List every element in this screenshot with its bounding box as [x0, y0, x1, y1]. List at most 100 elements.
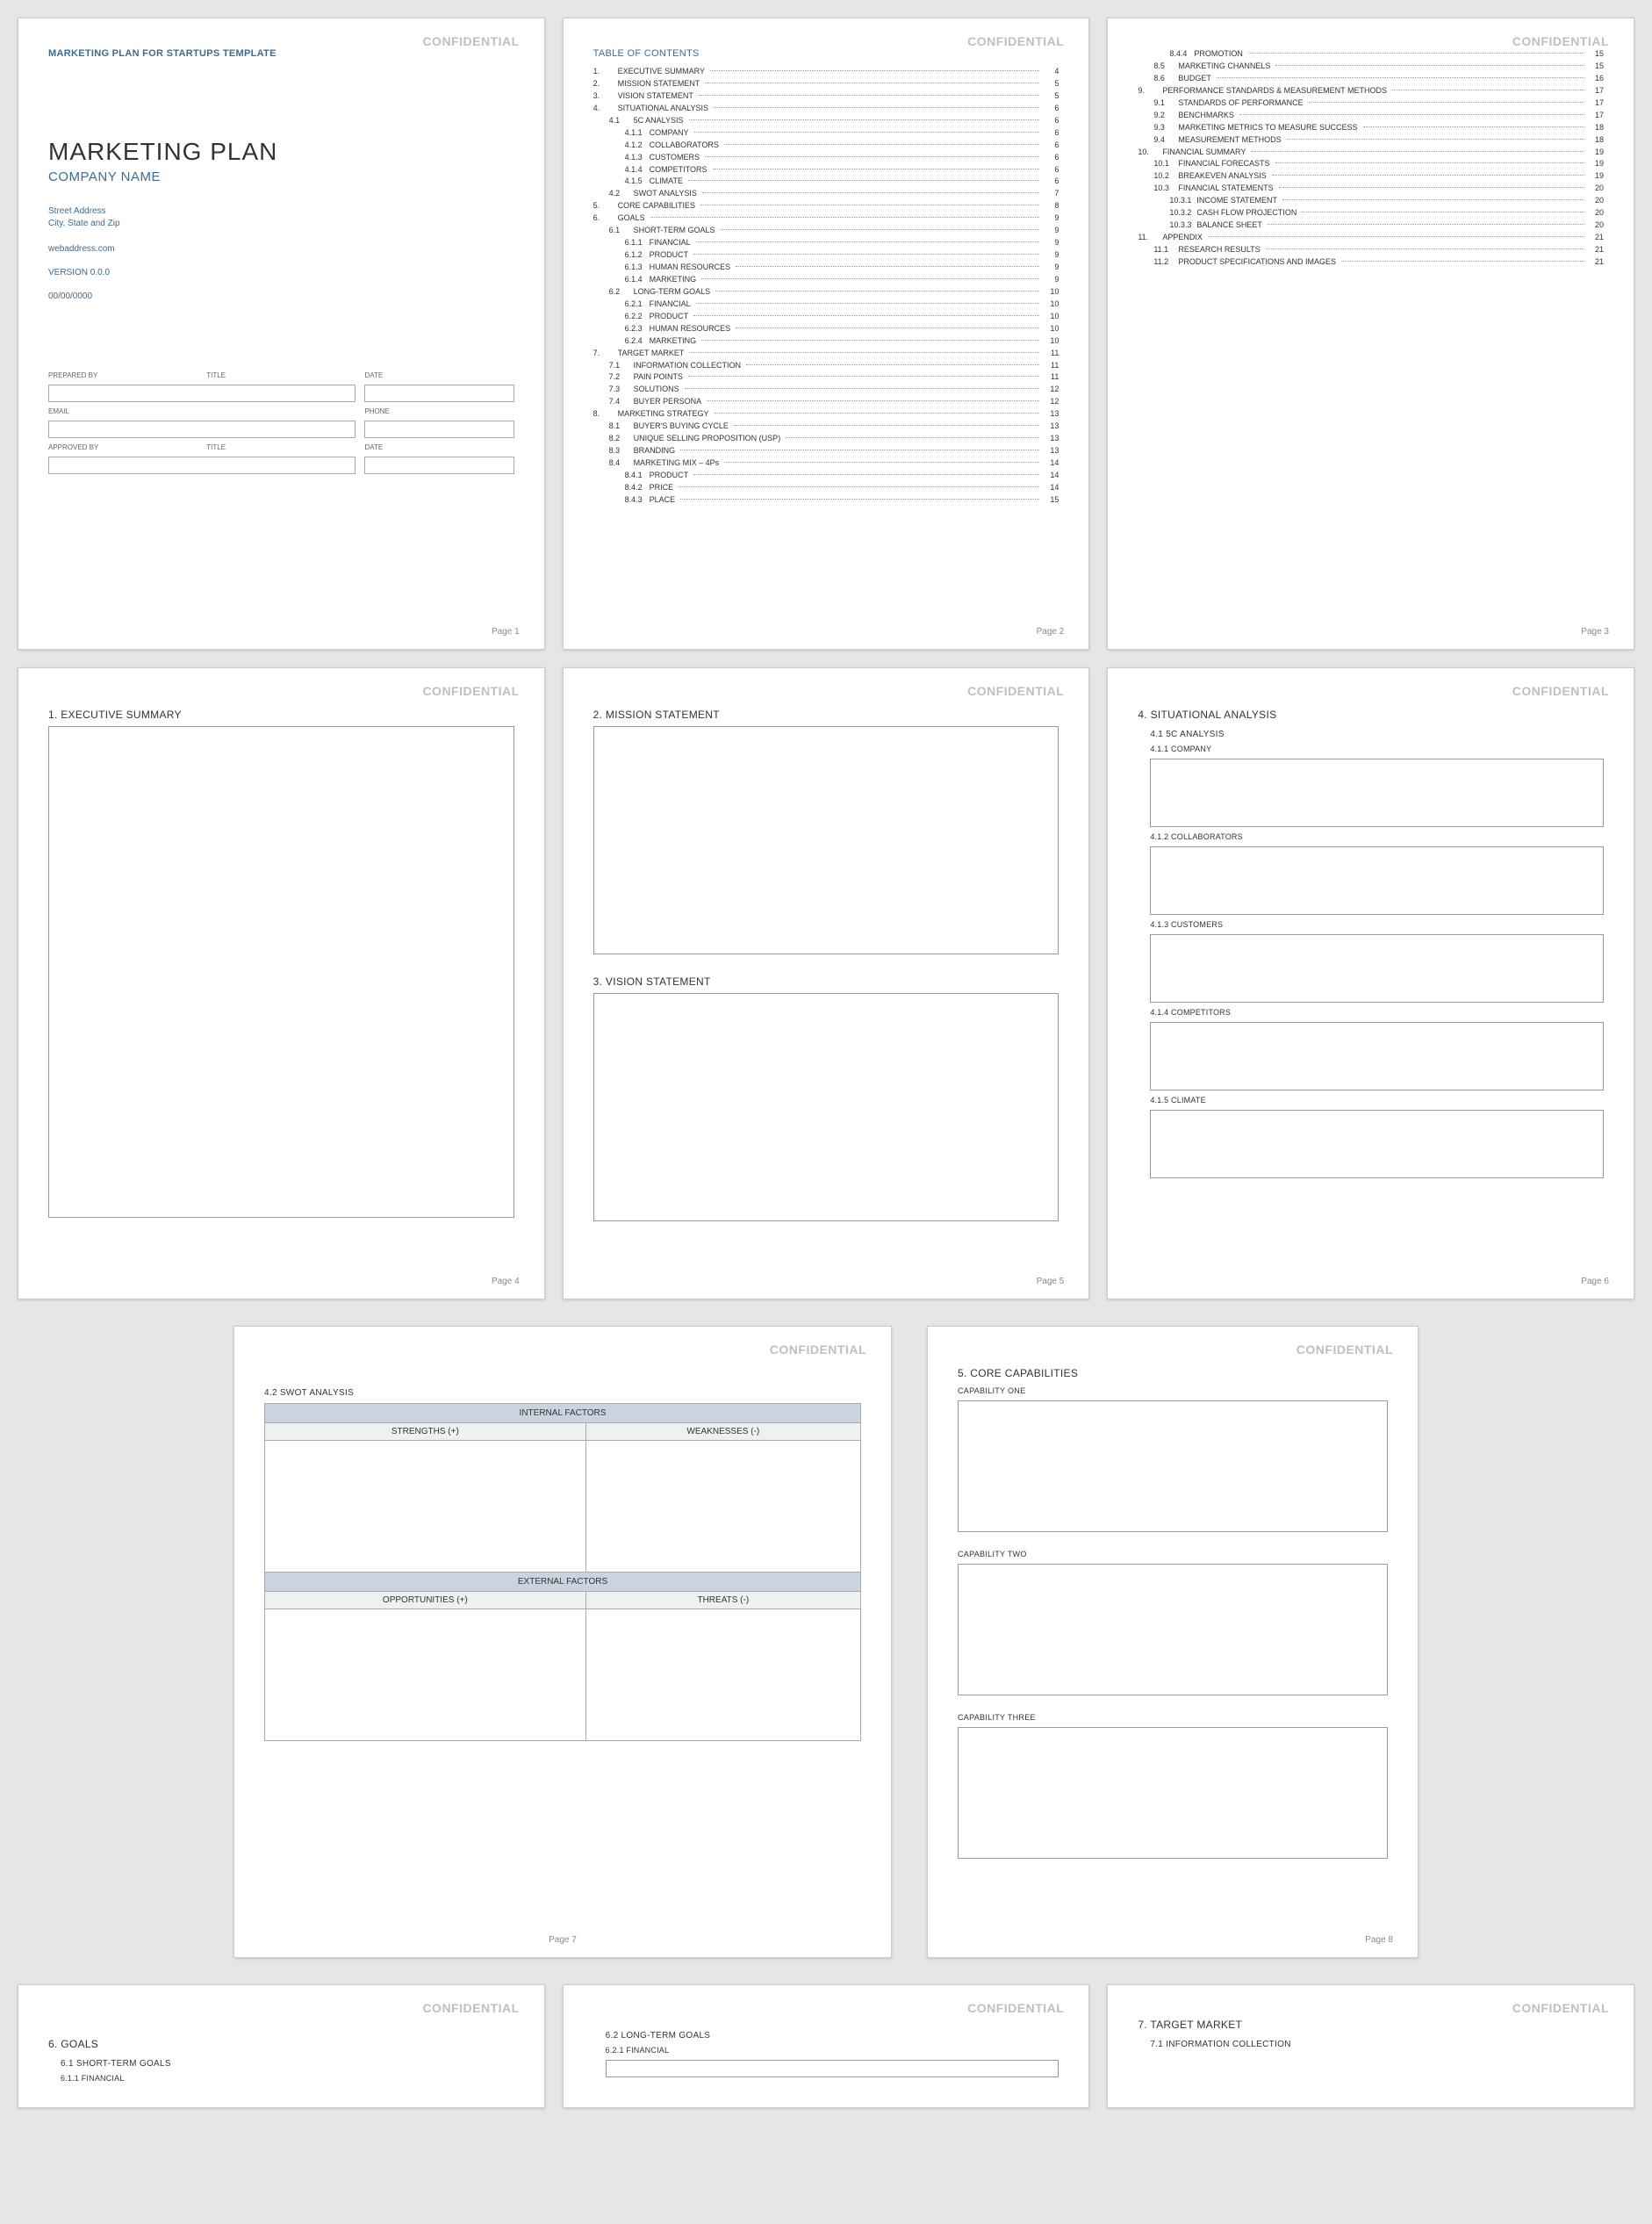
toc-entry[interactable]: 7.TARGET MARKET11	[593, 348, 1059, 360]
toc-entry[interactable]: 11.2PRODUCT SPECIFICATIONS AND IMAGES21	[1138, 256, 1604, 269]
input-date-1[interactable]	[364, 385, 514, 402]
toc-entry[interactable]: 6.2.2PRODUCT10	[593, 311, 1059, 323]
toc-page: 13	[1045, 445, 1059, 457]
toc-dots	[1287, 139, 1584, 140]
toc-label: FINANCIAL STATEMENTS	[1178, 183, 1273, 195]
toc-entry[interactable]: 6.2.1FINANCIAL10	[593, 299, 1059, 311]
toc-entry[interactable]: 10.2BREAKEVEN ANALYSIS19	[1138, 170, 1604, 183]
input-email[interactable]	[48, 421, 356, 438]
toc-entry[interactable]: 9.1STANDARDS OF PERFORMANCE17	[1138, 97, 1604, 110]
toc-entry[interactable]: 4.SITUATIONAL ANALYSIS6	[593, 103, 1059, 115]
toc-entry[interactable]: 11.APPENDIX21	[1138, 232, 1604, 244]
content-box[interactable]	[593, 726, 1059, 954]
content-box[interactable]	[1150, 1022, 1604, 1090]
toc-entry[interactable]: 1.EXECUTIVE SUMMARY4	[593, 66, 1059, 78]
section-vision: 3. VISION STATEMENT	[593, 975, 1059, 988]
toc-entry[interactable]: 4.1.1COMPANY6	[593, 127, 1059, 140]
swot-strengths-cell[interactable]	[265, 1441, 586, 1573]
toc-entry[interactable]: 4.1.4COMPETITORS6	[593, 164, 1059, 176]
swot-threats-cell[interactable]	[585, 1609, 860, 1741]
content-box[interactable]	[48, 726, 514, 1218]
fivec-items: 4.1.1 COMPANY4.1.2 COLLABORATORS4.1.3 CU…	[1138, 745, 1604, 1178]
toc-entry[interactable]: 8.2UNIQUE SELLING PROPOSITION (USP)13	[593, 433, 1059, 445]
content-box[interactable]	[958, 1564, 1388, 1695]
content-box[interactable]	[593, 993, 1059, 1221]
toc-dots	[1268, 224, 1584, 225]
toc-entry[interactable]: 6.GOALS9	[593, 212, 1059, 225]
toc-entry[interactable]: 10.3.1INCOME STATEMENT20	[1138, 195, 1604, 207]
sub-swot: 4.2 SWOT ANALYSIS	[264, 1388, 861, 1398]
content-box[interactable]	[958, 1727, 1388, 1859]
toc-entry[interactable]: 8.4.1PRODUCT14	[593, 470, 1059, 482]
toc-entry[interactable]: 4.1.3CUSTOMERS6	[593, 152, 1059, 164]
toc-entry[interactable]: 6.2LONG-TERM GOALS10	[593, 286, 1059, 299]
toc-entry[interactable]: 2.MISSION STATEMENT5	[593, 78, 1059, 90]
content-box[interactable]	[1150, 759, 1604, 827]
toc-entry[interactable]: 3.VISION STATEMENT5	[593, 90, 1059, 103]
toc-entry[interactable]: 8.1BUYER'S BUYING CYCLE13	[593, 421, 1059, 433]
toc-page: 13	[1045, 433, 1059, 445]
toc-entry[interactable]: 5.CORE CAPABILITIES8	[593, 200, 1059, 212]
input-prepared-by[interactable]	[48, 385, 356, 402]
toc-page: 9	[1045, 225, 1059, 237]
toc-page: 6	[1045, 176, 1059, 188]
toc-entry[interactable]: 6.1.4MARKETING9	[593, 274, 1059, 286]
toc-dots	[1239, 114, 1584, 115]
input-date-2[interactable]	[364, 457, 514, 474]
toc-entry[interactable]: 8.6BUDGET16	[1138, 73, 1604, 85]
toc-entry[interactable]: 10.1FINANCIAL FORECASTS19	[1138, 158, 1604, 170]
toc-entry[interactable]: 10.3.2CASH FLOW PROJECTION20	[1138, 207, 1604, 220]
toc-entry[interactable]: 6.1SHORT-TERM GOALS9	[593, 225, 1059, 237]
toc-entry[interactable]: 10.3.3BALANCE SHEET20	[1138, 220, 1604, 232]
toc-entry[interactable]: 9.PERFORMANCE STANDARDS & MEASUREMENT ME…	[1138, 85, 1604, 97]
toc-entry[interactable]: 10.FINANCIAL SUMMARY19	[1138, 147, 1604, 159]
swot-opportunities-cell[interactable]	[265, 1609, 586, 1741]
toc-entry[interactable]: 11.1RESEARCH RESULTS21	[1138, 244, 1604, 256]
content-box[interactable]	[606, 2060, 1059, 2077]
capability-one-label: CAPABILITY ONE	[958, 1386, 1388, 1395]
toc-entry[interactable]: 7.2PAIN POINTS11	[593, 371, 1059, 384]
toc-entry[interactable]: 8.MARKETING STRATEGY13	[593, 408, 1059, 421]
toc-entry[interactable]: 4.15C ANALYSIS6	[593, 115, 1059, 127]
content-box[interactable]	[958, 1400, 1388, 1532]
content-box[interactable]	[1150, 846, 1604, 915]
toc-entry[interactable]: 9.2BENCHMARKS17	[1138, 110, 1604, 122]
toc-entry[interactable]: 8.5MARKETING CHANNELS15	[1138, 61, 1604, 73]
toc-entry[interactable]: 4.1.5CLIMATE6	[593, 176, 1059, 188]
section-mission: 2. MISSION STATEMENT	[593, 709, 1059, 721]
toc-page: 20	[1590, 195, 1604, 207]
content-box[interactable]	[1150, 934, 1604, 1003]
toc-entry[interactable]: 8.4MARKETING MIX – 4Ps14	[593, 457, 1059, 470]
toc-entry[interactable]: 4.1.2COLLABORATORS6	[593, 140, 1059, 152]
toc-entry[interactable]: 8.4.4PROMOTION15	[1138, 48, 1604, 61]
toc-entry[interactable]: 9.3MARKETING METRICS TO MEASURE SUCCESS1…	[1138, 122, 1604, 134]
toc-entry[interactable]: 9.4MEASUREMENT METHODS18	[1138, 134, 1604, 147]
toc-label: COMPANY	[650, 127, 689, 140]
address-line2: City, State and Zip	[48, 218, 514, 230]
swot-weaknesses-cell[interactable]	[585, 1441, 860, 1573]
toc-page: 13	[1045, 408, 1059, 421]
toc-dots	[786, 437, 1039, 438]
label-email: EMAIL	[48, 407, 356, 415]
toc-entry[interactable]: 6.1.2PRODUCT9	[593, 249, 1059, 262]
toc-entry[interactable]: 6.1.3HUMAN RESOURCES9	[593, 262, 1059, 274]
toc-entry[interactable]: 6.1.1FINANCIAL9	[593, 237, 1059, 249]
toc-entry[interactable]: 4.2SWOT ANALYSIS7	[593, 188, 1059, 200]
toc-entry[interactable]: 10.3FINANCIAL STATEMENTS20	[1138, 183, 1604, 195]
toc-entry[interactable]: 6.2.4MARKETING10	[593, 335, 1059, 348]
toc-entry[interactable]: 8.3BRANDING13	[593, 445, 1059, 457]
toc-entry[interactable]: 6.2.3HUMAN RESOURCES10	[593, 323, 1059, 335]
input-approved-by[interactable]	[48, 457, 356, 474]
page-number: Page 1	[492, 627, 520, 637]
input-phone[interactable]	[364, 421, 514, 438]
toc-page: 10	[1045, 311, 1059, 323]
toc-entry[interactable]: 7.1INFORMATION COLLECTION11	[593, 360, 1059, 372]
toc-page: 17	[1590, 97, 1604, 110]
toc-entry[interactable]: 8.4.2PRICE14	[593, 482, 1059, 494]
toc-number: 1.	[593, 66, 613, 78]
toc-entry[interactable]: 8.4.3PLACE15	[593, 494, 1059, 507]
confidential-stamp: CONFIDENTIAL	[1512, 684, 1609, 698]
toc-entry[interactable]: 7.4BUYER PERSONA12	[593, 396, 1059, 408]
toc-entry[interactable]: 7.3SOLUTIONS12	[593, 384, 1059, 396]
content-box[interactable]	[1150, 1110, 1604, 1178]
